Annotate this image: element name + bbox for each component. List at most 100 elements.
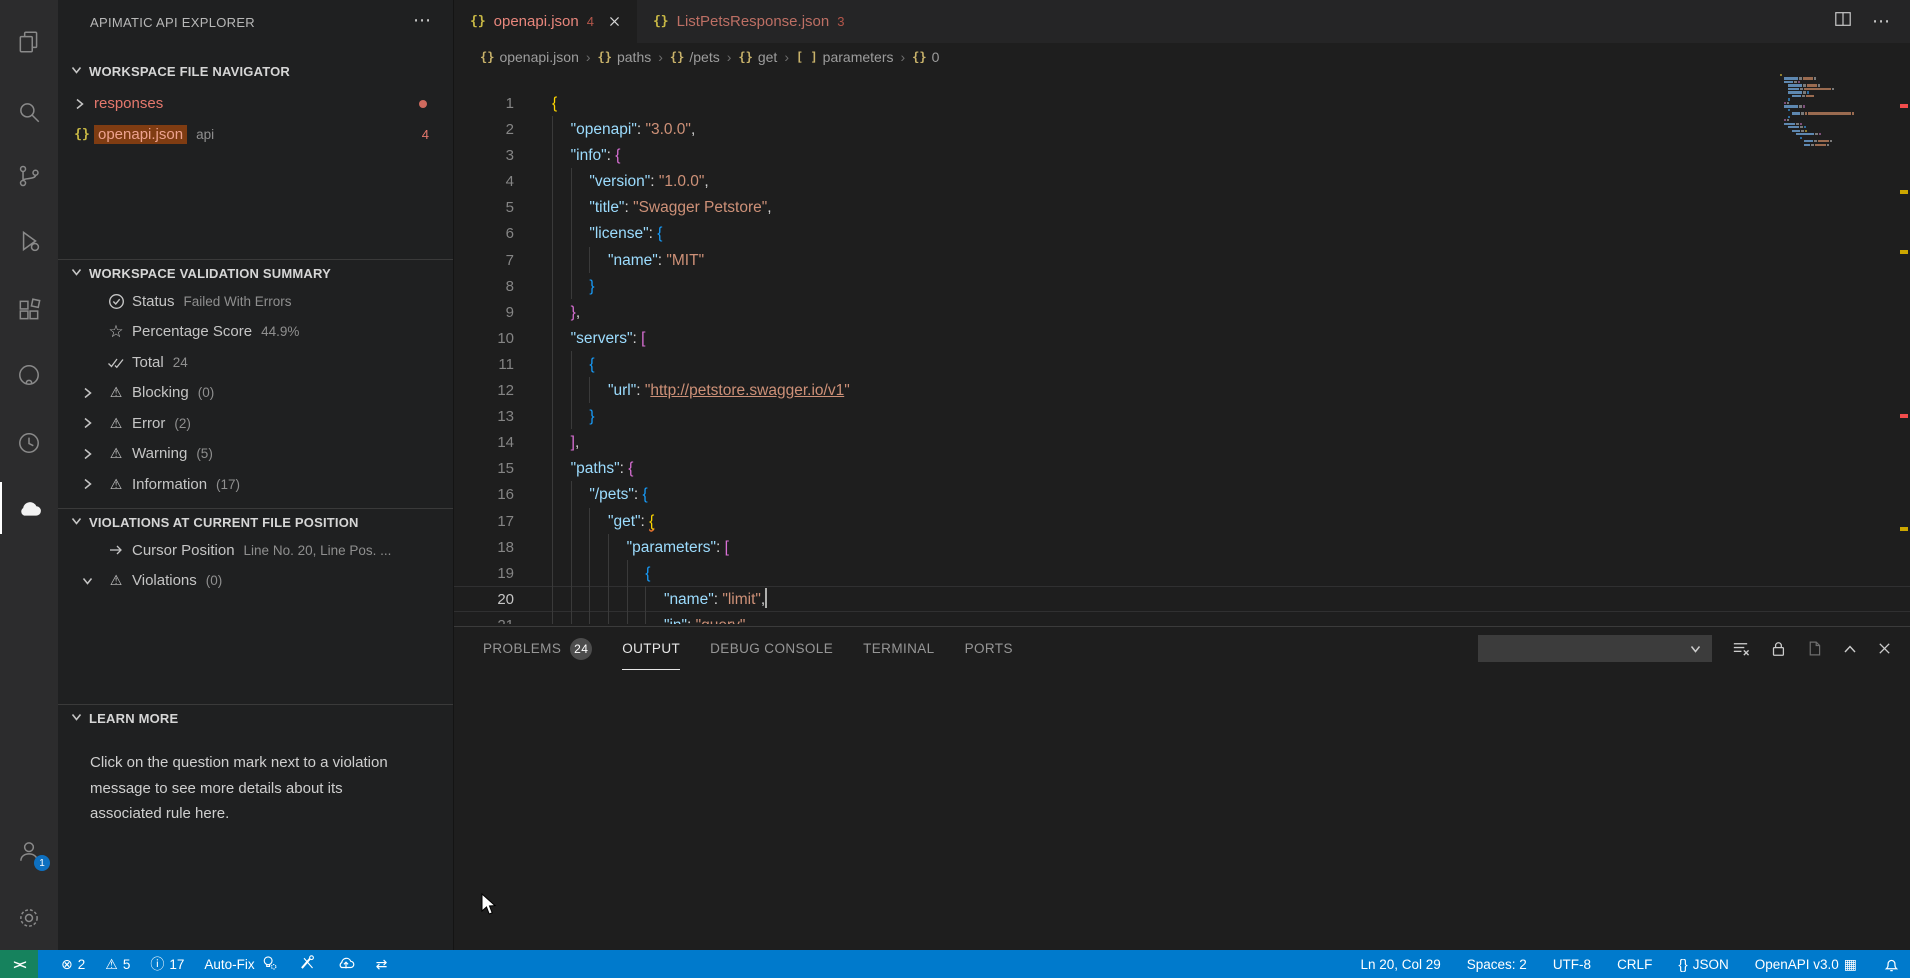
tree-item-percentage-score[interactable]: ☆Percentage Score44.9% — [58, 317, 453, 348]
extensions-icon[interactable] — [0, 284, 58, 336]
status-item-spaces-2[interactable]: Spaces: 2 — [1460, 950, 1534, 978]
tree-item-responses[interactable]: responses — [58, 88, 453, 119]
run-debug-icon[interactable] — [0, 215, 58, 267]
code-line-12[interactable]: 12"url": "http://petstore.swagger.io/v1" — [454, 377, 1910, 403]
panel-tab-terminal[interactable]: TERMINAL — [863, 628, 934, 670]
breadcrumb-item-pets[interactable]: {}/pets — [670, 49, 720, 65]
tree-item-warning[interactable]: ⚠Warning(5) — [58, 439, 453, 470]
symbol-icon: {} — [670, 50, 684, 64]
source-control-icon[interactable] — [0, 150, 58, 202]
breadcrumb-item-parameters[interactable]: [ ]parameters — [796, 49, 894, 65]
split-editor-icon[interactable] — [1834, 10, 1852, 33]
line-number: 21 — [454, 613, 514, 624]
section-header-violations-at-current-file-position[interactable]: VIOLATIONS AT CURRENT FILE POSITION — [58, 509, 453, 535]
status-item-5[interactable]: ⚠5 — [98, 950, 137, 978]
code-line-21[interactable]: 21"in": "query", — [454, 612, 1910, 624]
code-line-18[interactable]: 18"parameters": [ — [454, 534, 1910, 560]
json-file-icon: {} — [470, 14, 486, 29]
clear-output-icon[interactable] — [1731, 639, 1750, 658]
code-line-9[interactable]: 9}, — [454, 299, 1910, 325]
tree-item-error[interactable]: ⚠Error(2) — [58, 408, 453, 439]
output-channel-select[interactable] — [1478, 635, 1712, 662]
chevron-up-icon[interactable] — [1842, 642, 1858, 656]
tree-item-total[interactable]: Total24 — [58, 347, 453, 378]
code-line-1[interactable]: 1{ — [454, 90, 1910, 116]
tree-item-status[interactable]: StatusFailed With Errors — [58, 286, 453, 317]
status-item-openapi-v3-0[interactable]: OpenAPI v3.0▦ — [1748, 950, 1864, 978]
breadcrumb-item-0[interactable]: {}0 — [912, 49, 939, 65]
bell-icon[interactable] — [1883, 956, 1900, 973]
open-in-editor-icon[interactable] — [1806, 639, 1823, 658]
status-item-auto-fix[interactable]: Auto-Fix — [197, 950, 284, 978]
breadcrumb-item-paths[interactable]: {}paths — [598, 49, 652, 65]
line-number: 17 — [454, 509, 514, 535]
tree-item-description: (5) — [196, 446, 213, 461]
code-line-6[interactable]: 6"license": { — [454, 220, 1910, 246]
apimatic-cloud-icon[interactable] — [0, 482, 58, 534]
minimap[interactable] — [1780, 74, 1876, 147]
tab-listpetsresponse-json[interactable]: {}ListPetsResponse.json3 — [637, 0, 860, 43]
tree-item-information[interactable]: ⚠Information(17) — [58, 469, 453, 500]
status-item-tools[interactable] — [291, 950, 323, 978]
code-line-13[interactable]: 13} — [454, 403, 1910, 429]
code-line-5[interactable]: 5"title": "Swagger Petstore", — [454, 194, 1910, 220]
code-line-2[interactable]: 2"openapi": "3.0.0", — [454, 116, 1910, 142]
settings-icon[interactable] — [0, 892, 58, 944]
panel-tab-problems[interactable]: PROBLEMS24 — [483, 628, 592, 670]
remote-indicator[interactable]: >< — [0, 950, 38, 978]
code-editor[interactable]: 1{2"openapi": "3.0.0",3"info": {4"versio… — [454, 70, 1910, 626]
explorer-icon[interactable] — [0, 16, 58, 68]
github-icon[interactable] — [0, 349, 58, 401]
code-line-7[interactable]: 7"name": "MIT" — [454, 247, 1910, 273]
status-item-swap[interactable]: ⇄ — [369, 950, 395, 978]
more-actions-icon[interactable]: ⋯ — [1872, 11, 1890, 32]
status-item-utf-8[interactable]: UTF-8 — [1546, 950, 1598, 978]
section-header-learn-more[interactable]: LEARN MORE — [58, 705, 453, 731]
text-cursor — [765, 588, 767, 608]
breadcrumb-item-openapi-json[interactable]: {}openapi.json — [480, 49, 579, 65]
search-icon[interactable] — [0, 86, 58, 138]
status-item-ln-20-col-29[interactable]: Ln 20, Col 29 — [1353, 950, 1447, 978]
code-line-17[interactable]: 17"get": { — [454, 508, 1910, 534]
symbol-icon: [ ] — [796, 50, 818, 64]
chevron-down-icon — [70, 63, 83, 80]
code-line-20[interactable]: 20"name": "limit", — [454, 586, 1910, 612]
code-line-14[interactable]: 14], — [454, 429, 1910, 455]
panel-tab-output[interactable]: OUTPUT — [622, 628, 680, 670]
tab-openapi-json[interactable]: {}openapi.json4 — [454, 0, 637, 43]
panel-tab-ports[interactable]: PORTS — [965, 628, 1013, 670]
panel-tab-debug-console[interactable]: DEBUG CONSOLE — [710, 628, 833, 670]
code-line-8[interactable]: 8} — [454, 273, 1910, 299]
code-line-10[interactable]: 10"servers": [ — [454, 325, 1910, 351]
code-line-11[interactable]: 11{ — [454, 351, 1910, 377]
close-icon[interactable] — [1877, 641, 1892, 656]
bulb-gear-icon — [260, 954, 278, 974]
status-item-2[interactable]: ⊗2 — [54, 950, 92, 978]
lock-icon[interactable] — [1769, 639, 1787, 658]
code-line-3[interactable]: 3"info": { — [454, 142, 1910, 168]
status-item-json[interactable]: {}JSON — [1671, 950, 1735, 978]
history-icon[interactable] — [0, 417, 58, 469]
braces-sm-icon: {} — [1678, 956, 1687, 972]
breadcrumb-item-get[interactable]: {}get — [738, 49, 777, 65]
line-number: 18 — [454, 535, 514, 561]
section-header-workspace-validation-summary[interactable]: WORKSPACE VALIDATION SUMMARY — [58, 260, 453, 286]
tree-item-description: Failed With Errors — [184, 294, 292, 309]
tree-item-openapi-json[interactable]: {}openapi.jsonapi4 — [58, 119, 453, 150]
status-item-cloud-upload[interactable] — [329, 950, 363, 978]
tree-item-blocking[interactable]: ⚠Blocking(0) — [58, 378, 453, 409]
symbol-icon: {} — [738, 50, 752, 64]
code-line-16[interactable]: 16"/pets": { — [454, 481, 1910, 507]
chevron-right-icon — [78, 447, 96, 461]
status-item-17[interactable]: ⓘ17 — [143, 950, 191, 978]
tree-item-violations[interactable]: ⚠Violations(0) — [58, 566, 453, 597]
tree-item-cursor-position[interactable]: Cursor PositionLine No. 20, Line Pos. ..… — [58, 535, 453, 566]
accounts-icon[interactable]: 1 — [0, 825, 58, 877]
code-line-4[interactable]: 4"version": "1.0.0", — [454, 168, 1910, 194]
more-actions-icon[interactable]: ⋯ — [413, 10, 431, 31]
section-header-workspace-file-navigator[interactable]: WORKSPACE FILE NAVIGATOR — [58, 58, 453, 84]
code-line-15[interactable]: 15"paths": { — [454, 455, 1910, 481]
status-item-crlf[interactable]: CRLF — [1610, 950, 1659, 978]
code-line-19[interactable]: 19{ — [454, 560, 1910, 586]
close-tab-icon[interactable] — [608, 15, 621, 28]
